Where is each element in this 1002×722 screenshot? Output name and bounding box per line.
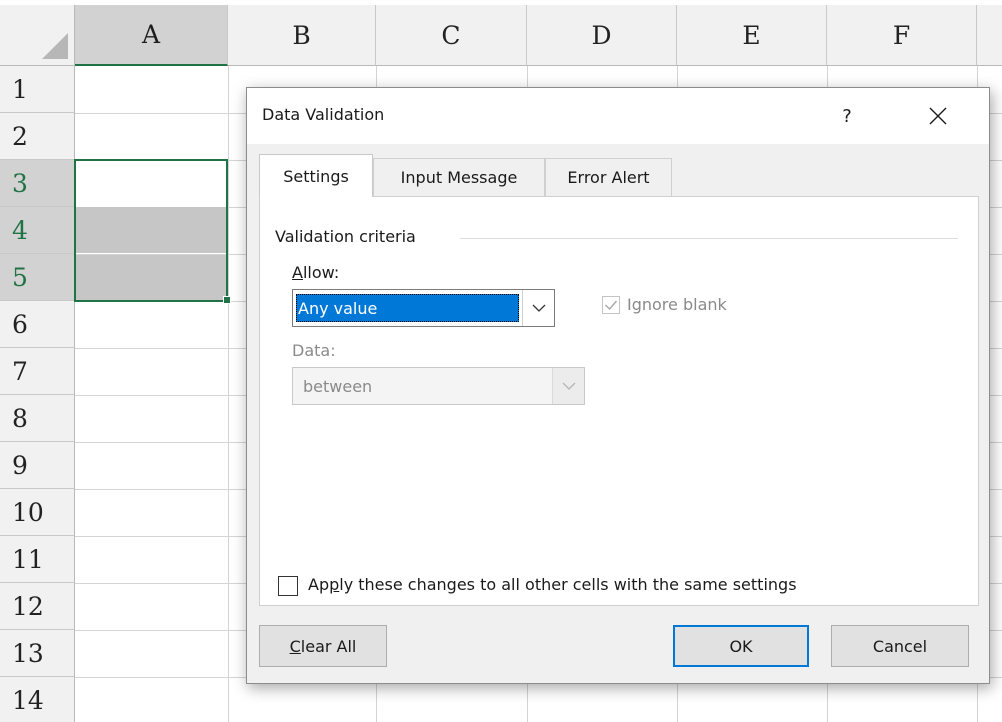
row-header-13[interactable]: 13 [0,630,75,677]
data-validation-dialog: Data Validation ? Settings Input Message… [246,87,990,684]
row-header-2[interactable]: 2 [0,113,75,160]
column-header-d[interactable]: D [527,5,677,66]
row-header-9[interactable]: 9 [0,442,75,489]
column-header-overflow [977,5,1002,66]
select-all-triangle-icon [42,33,68,59]
tab-settings[interactable]: Settings [259,154,373,197]
row-header-6[interactable]: 6 [0,301,75,348]
column-header-f[interactable]: F [827,5,977,66]
section-divider [460,238,958,239]
validation-criteria-label: Validation criteria [275,227,422,246]
help-button[interactable]: ? [827,98,867,134]
ignore-blank-label: Ignore blank [627,295,727,314]
data-label: Data: [292,341,336,360]
settings-panel: Validation criteria Allow: Any value Ign… [259,196,979,606]
row-header-3[interactable]: 3 [0,160,75,207]
allow-dropdown[interactable]: Any value [292,289,555,327]
column-header-c[interactable]: C [376,5,527,66]
chevron-down-icon[interactable] [522,290,554,326]
checkmark-icon [605,300,618,311]
fill-handle[interactable] [223,296,231,304]
row-header-1[interactable]: 1 [0,66,75,113]
allow-selected-value: Any value [296,294,519,322]
row-header-12[interactable]: 12 [0,583,75,630]
row-header-5[interactable]: 5 [0,254,75,301]
data-selected-value: between [303,377,373,396]
chevron-down-icon[interactable] [552,368,584,404]
row-header-7[interactable]: 7 [0,348,75,395]
gridline [228,66,229,722]
row-header-8[interactable]: 8 [0,395,75,442]
clear-all-button[interactable]: Clear All [259,625,387,667]
cancel-button[interactable]: Cancel [831,625,969,667]
close-button[interactable] [917,96,959,136]
row-header-4[interactable]: 4 [0,207,75,254]
help-icon: ? [842,105,852,127]
column-header-a[interactable]: A [75,5,228,66]
data-dropdown[interactable]: between [292,367,585,405]
tab-error-alert[interactable]: Error Alert [545,158,672,196]
allow-label: Allow: [292,263,340,282]
row-header-10[interactable]: 10 [0,489,75,536]
selection-range[interactable] [74,159,228,302]
column-header-b[interactable]: B [228,5,376,66]
row-header-11[interactable]: 11 [0,536,75,583]
row-header-14[interactable]: 14 [0,677,75,722]
apply-to-all-label: Apply these changes to all other cells w… [308,575,797,594]
select-all-corner[interactable] [0,5,75,66]
tab-input-message[interactable]: Input Message [373,158,545,196]
ok-button[interactable]: OK [673,625,809,667]
dialog-title: Data Validation [262,105,385,124]
ignore-blank-checkbox[interactable] [602,296,620,314]
apply-to-all-checkbox[interactable] [278,576,298,596]
column-header-e[interactable]: E [677,5,827,66]
close-icon [929,107,947,125]
dialog-titlebar[interactable]: Data Validation ? [247,88,989,144]
